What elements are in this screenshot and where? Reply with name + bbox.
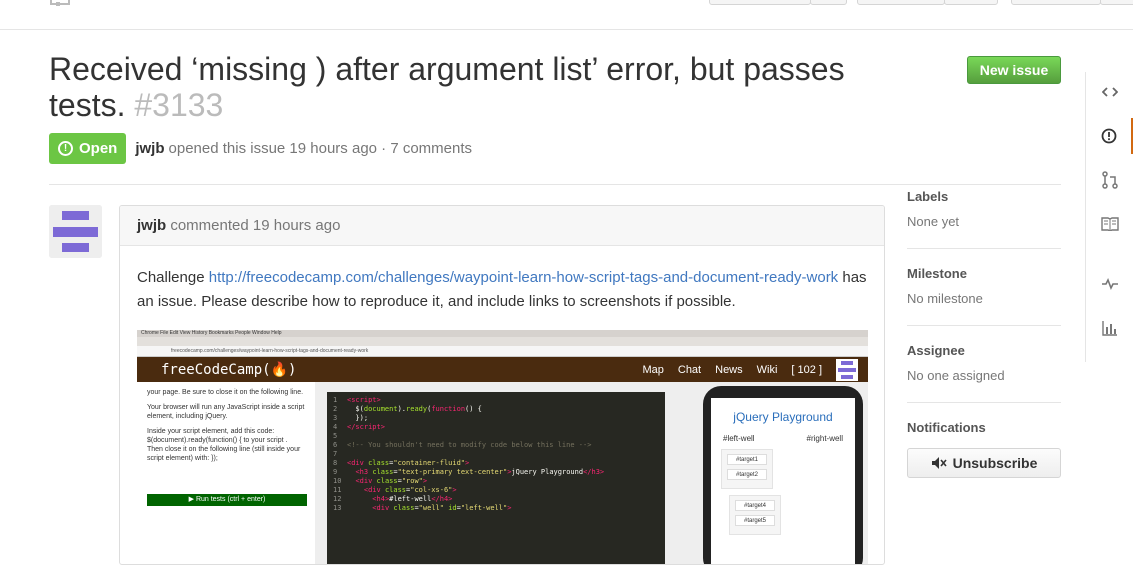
repo-icon xyxy=(50,0,70,6)
fcc-nav-news: News xyxy=(715,363,743,376)
instructions-p3: Inside your script element, add this cod… xyxy=(147,428,301,462)
fork-count[interactable] xyxy=(1100,0,1133,5)
fork-button[interactable] xyxy=(1011,0,1101,5)
labels-value: None yet xyxy=(907,214,960,229)
status-badge: ! Open xyxy=(49,133,127,164)
os-menubar: Chrome File Edit View History Bookmarks … xyxy=(137,330,868,337)
book-icon[interactable] xyxy=(1086,206,1133,242)
divider xyxy=(49,184,1061,185)
identicon xyxy=(49,205,102,258)
fcc-nav-map: Map xyxy=(642,363,664,376)
issue-opened-icon: ! xyxy=(58,141,73,156)
left-well: #target1 #target2 xyxy=(721,449,773,489)
run-tests-button: ▶ Run tests (ctrl + enter) xyxy=(147,494,307,506)
graph-icon[interactable] xyxy=(1086,310,1133,346)
fcc-avatar xyxy=(836,358,858,381)
right-well: #target4 #target5 xyxy=(729,495,781,535)
embedded-screenshot[interactable]: Chrome File Edit View History Bookmarks … xyxy=(137,330,868,564)
comment-author[interactable]: jwjb xyxy=(137,217,166,234)
fcc-nav-points: [ 102 ] xyxy=(791,363,822,376)
divider xyxy=(907,325,1061,326)
target-button: #target5 xyxy=(735,515,775,526)
instructions-p2: Your browser will run any JavaScript ins… xyxy=(147,404,305,420)
status-label: Open xyxy=(79,140,118,157)
playground-title: jQuery Playground xyxy=(733,410,833,424)
divider xyxy=(907,248,1061,249)
unsubscribe-button[interactable]: Unsubscribe xyxy=(907,448,1061,478)
watch-count[interactable] xyxy=(810,0,847,5)
comment-time[interactable]: commented 19 hours ago xyxy=(170,217,340,234)
notifications-title: Notifications xyxy=(907,420,986,435)
unsubscribe-label: Unsubscribe xyxy=(952,455,1038,471)
right-well-label: #right-well xyxy=(806,434,843,443)
browser-tabs xyxy=(137,337,868,346)
left-well-label: #left-well xyxy=(723,434,755,443)
fcc-nav-chat: Chat xyxy=(677,363,702,376)
code-editor: 1 <script> 2 $(document).ready(function()… xyxy=(327,392,665,564)
notifications-section: Notifications Unsubscribe xyxy=(907,420,1061,478)
assignee-title[interactable]: Assignee xyxy=(907,343,1061,358)
instructions-p1: your page. Be sure to close it on the fo… xyxy=(147,389,304,396)
new-issue-button[interactable]: New issue xyxy=(967,56,1061,84)
issue-author[interactable]: jwjb xyxy=(135,140,164,157)
issue-number: #3133 xyxy=(134,87,224,123)
comment-header: jwjb commented 19 hours ago xyxy=(120,206,884,246)
fcc-brand: freeCodeCamp(🔥) xyxy=(161,361,297,378)
milestone-section: Milestone No milestone xyxy=(907,266,1061,326)
comment-lead: Challenge xyxy=(137,269,205,286)
fcc-navbar: freeCodeCamp(🔥) Map Chat News Wiki [ 102… xyxy=(137,357,868,382)
star-count[interactable] xyxy=(944,0,998,5)
issue-sidebar: Labels None yet Milestone No milestone A… xyxy=(907,189,1061,478)
comment-body: Challenge http://freecodecamp.com/challe… xyxy=(120,246,884,334)
wells: #target1 #target2 #target4 #target5 xyxy=(717,443,849,535)
labels-section: Labels None yet xyxy=(907,189,1061,249)
assignee-value: No one assigned xyxy=(907,368,1005,383)
top-header xyxy=(0,0,1133,30)
fcc-nav-wiki: Wiki xyxy=(756,363,778,376)
issue-opened-icon[interactable] xyxy=(1086,118,1133,154)
labels-title[interactable]: Labels xyxy=(907,189,1061,204)
pull-request-icon[interactable] xyxy=(1086,162,1133,198)
target-button: #target1 xyxy=(727,454,767,465)
divider xyxy=(907,402,1061,403)
milestone-value: No milestone xyxy=(907,291,983,306)
star-button[interactable] xyxy=(857,0,945,5)
watch-button[interactable] xyxy=(709,0,811,5)
assignee-section: Assignee No one assigned xyxy=(907,343,1061,403)
browser-url: freecodecamp.com/challenges/waypoint-lea… xyxy=(137,346,868,357)
target-button: #target4 xyxy=(735,500,775,511)
pulse-icon[interactable] xyxy=(1086,266,1133,302)
comment-box: jwjb commented 19 hours ago Challenge ht… xyxy=(119,205,885,565)
target-button: #target2 xyxy=(727,469,767,480)
issue-opened-text: opened this issue 19 hours ago · 7 comme… xyxy=(168,140,473,157)
phone-preview: jQuery Playground #left-well #right-well… xyxy=(703,386,863,564)
avatar[interactable] xyxy=(49,205,102,258)
issue-meta: ! Open jwjb opened this issue 19 hours a… xyxy=(49,133,472,164)
repo-nav-rail xyxy=(1085,72,1133,362)
wells-header: #left-well #right-well xyxy=(717,434,849,443)
code-icon[interactable] xyxy=(1086,74,1133,110)
challenge-link[interactable]: http://freecodecamp.com/challenges/waypo… xyxy=(209,269,838,286)
phone-screen: jQuery Playground #left-well #right-well… xyxy=(711,398,855,564)
challenge-instructions: your page. Be sure to close it on the fo… xyxy=(137,382,315,564)
mute-icon xyxy=(931,457,947,469)
issue-title: Received ‘missing ) after argument list’… xyxy=(49,51,899,123)
milestone-title[interactable]: Milestone xyxy=(907,266,1061,281)
